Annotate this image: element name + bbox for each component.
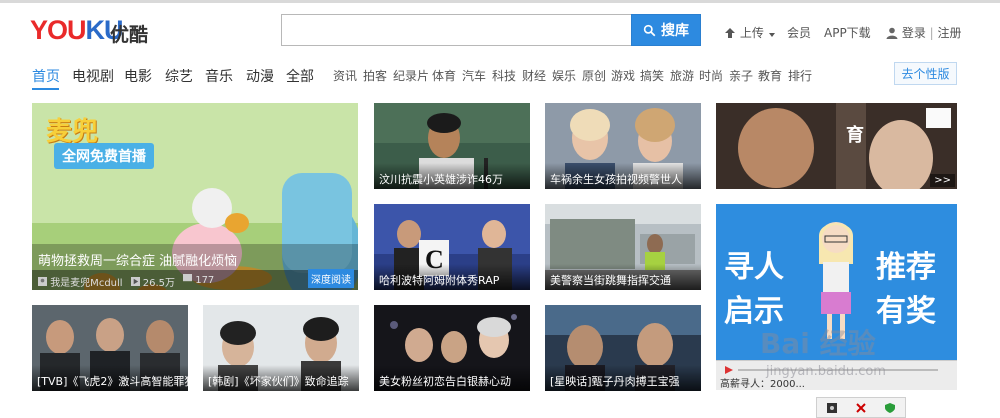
feature-comments: 177 [183,274,214,286]
video-title: 汶川抗震小英雄涉诈46万 [374,163,530,189]
nav-item-movie[interactable]: 电影 [124,66,152,86]
feature-plays-value: 26.5万 [142,278,176,289]
feature-author: 我是麦兜Mcdull [38,274,123,289]
nav-sub-news[interactable]: 资讯 [333,67,357,84]
feature-plays: 26.5万 [130,274,176,289]
nav-sub-documentary[interactable]: 纪录片 [393,67,429,84]
site-header: YOUKU 优酷 搜库 上传 会员 APP下载 登录 | 注册 [0,3,1000,53]
search-input[interactable] [282,15,632,45]
video-thumbnail [716,103,957,189]
nav-sub-original[interactable]: 原创 [582,67,606,84]
ad-text-1b: 推荐 [876,250,936,285]
feature-comments-value: 177 [195,275,215,286]
system-tray [816,397,906,418]
nav-item-home[interactable]: 首页 [32,66,60,86]
nav-sub-education[interactable]: 教育 [758,67,782,84]
nav-active-underline [32,88,59,90]
poster-text: 育 [846,125,864,146]
search-icon [643,24,656,36]
more-arrow[interactable]: >> [930,174,955,187]
search-button[interactable]: 搜库 [631,14,701,46]
register-link[interactable]: 注册 [938,26,962,40]
youku-logo[interactable]: YOUKU [30,15,124,45]
login-link[interactable]: 登录 [902,26,926,40]
avatar-icon [38,277,47,286]
video-card[interactable]: 育 >> [716,103,957,189]
search-button-label: 搜库 [661,23,689,39]
nav-sub-auto[interactable]: 汽车 [462,67,486,84]
nav-sub-parenting[interactable]: 亲子 [729,67,753,84]
comment-icon [183,274,193,282]
upload-label: 上传 [739,26,764,40]
logo-chinese: 优酷 [110,24,149,46]
video-card[interactable]: 美女粉丝初恋告白银赫心动 [374,305,530,391]
close-icon[interactable] [856,402,866,413]
video-title: 车祸余生女孩拍视频警世人 [545,163,701,189]
feature-caption: 萌物拯救周一综合症 油腻融化烦恼 [32,244,358,270]
video-card[interactable]: 美警察当街跳舞指挥交通 [545,204,701,290]
feature-art-subtitle: 全网免费首播 [54,143,154,169]
feature-video-card[interactable]: 麦兜 全网免费首播 萌物拯救周一综合症 油腻融化烦恼 我是麦兜Mcdull 26… [32,103,358,290]
ad-text-1a: 寻人 [724,250,784,285]
app-download-link[interactable]: APP下载 [824,24,871,41]
video-card[interactable]: [星映话]甄子丹肉搏王宝强 [545,305,701,391]
video-card[interactable]: 汶川抗震小英雄涉诈46万 [374,103,530,189]
video-title: [韩剧]《坏家伙们》致命追踪 [203,365,359,391]
nav-sub-tech[interactable]: 科技 [492,67,516,84]
nav-sub-paike[interactable]: 拍客 [363,67,387,84]
channel-nav: 首页 电视剧 电影 综艺 音乐 动漫 全部 资讯 拍客 纪录片 体育 汽车 科技… [0,53,1000,93]
video-title: [TVB]《飞虎2》激斗高智能罪犯 [32,365,188,391]
ad-text-2b: 有奖 [876,294,936,329]
nav-sub-travel[interactable]: 旅游 [670,67,694,84]
feature-author-name: 我是麦兜Mcdull [50,278,123,289]
search-box [281,14,632,46]
upload-icon [725,28,735,38]
deep-read-badge[interactable]: 深度阅读 [308,269,354,288]
video-card[interactable]: [TVB]《飞虎2》激斗高智能罪犯 [32,305,188,391]
member-link[interactable]: 会员 [787,24,811,41]
video-card[interactable]: 车祸余生女孩拍视频警世人 [545,103,701,189]
video-title: 哈利波特阿姆附体秀RAP [374,264,530,290]
nav-sub-ent[interactable]: 娱乐 [552,67,576,84]
nav-item-variety[interactable]: 综艺 [165,66,193,86]
video-title: 美警察当街跳舞指挥交通 [545,264,701,290]
video-card[interactable]: C 哈利波特阿姆附体秀RAP [374,204,530,290]
video-card[interactable]: [韩剧]《坏家伙们》致命追踪 [203,305,359,391]
logo-text-red: YOU [30,15,87,45]
camera-icon[interactable] [826,402,837,413]
nav-sub-sports[interactable]: 体育 [432,67,456,84]
nav-item-music[interactable]: 音乐 [205,66,233,86]
shield-icon[interactable] [885,402,896,413]
nav-sub-finance[interactable]: 财经 [522,67,546,84]
video-title: 美女粉丝初恋告白银赫心动 [374,365,530,391]
login-area: 登录 | 注册 [886,24,962,41]
baidu-watermark-url: jingyan.baidu.com [766,364,886,379]
login-separator: | [929,26,934,40]
play-count-icon [130,277,140,286]
nav-sub-funny[interactable]: 搞笑 [640,67,664,84]
nav-sub-ranking[interactable]: 排行 [788,67,812,84]
nav-item-all[interactable]: 全部 [286,66,314,86]
chevron-down-icon [768,33,775,37]
upload-menu[interactable]: 上传 [724,24,776,41]
nav-sub-fashion[interactable]: 时尚 [699,67,723,84]
video-title: [星映话]甄子丹肉搏王宝强 [545,365,701,391]
personal-version-button[interactable]: 去个性版 [894,62,957,85]
nav-item-anime[interactable]: 动漫 [246,66,274,86]
baidu-watermark: Bai 经验 [760,327,876,360]
play-icon[interactable] [724,365,734,375]
nav-item-tv[interactable]: 电视剧 [72,66,114,86]
nav-sub-games[interactable]: 游戏 [611,67,635,84]
user-icon [886,27,898,39]
